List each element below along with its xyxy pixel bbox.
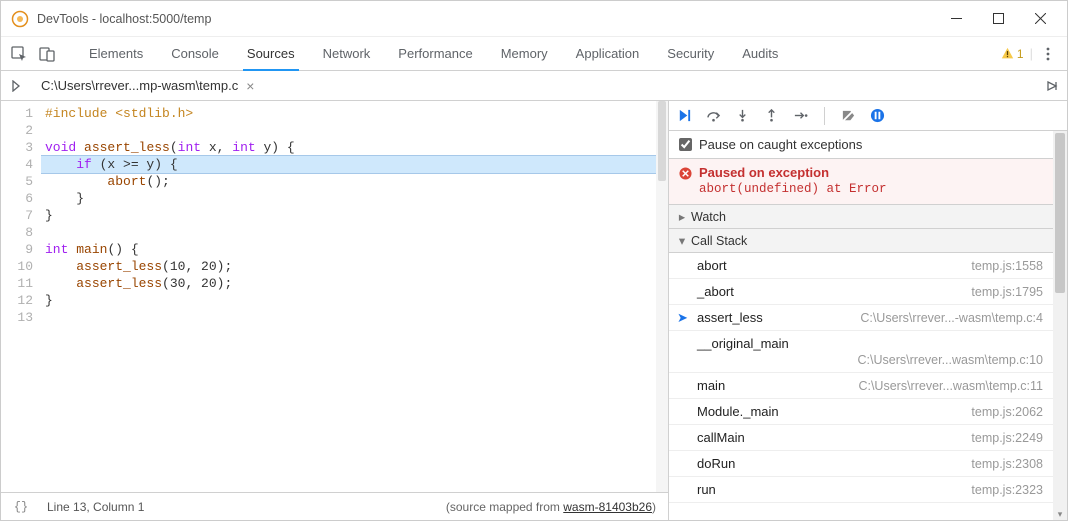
frame-location: temp.js:2062: [971, 405, 1043, 419]
code-line[interactable]: abort();: [41, 173, 668, 190]
tab-elements[interactable]: Elements: [75, 37, 157, 70]
frame-location: temp.js:1558: [971, 259, 1043, 273]
frame-name: assert_less: [697, 310, 763, 325]
step-out-button[interactable]: [764, 108, 779, 123]
collapse-icon: ▸: [677, 209, 687, 224]
current-frame-icon: ➤: [677, 310, 688, 326]
callstack-section-header[interactable]: ▾ Call Stack: [669, 229, 1053, 253]
show-sidebar-icon[interactable]: [1037, 80, 1067, 92]
tab-network[interactable]: Network: [309, 37, 385, 70]
code-line[interactable]: #include <stdlib.h>: [41, 105, 668, 122]
tab-sources[interactable]: Sources: [233, 37, 309, 70]
more-menu-icon[interactable]: [1039, 47, 1057, 61]
callstack-frame[interactable]: Module._main temp.js:2062: [669, 399, 1053, 425]
tab-performance[interactable]: Performance: [384, 37, 486, 70]
pause-on-exceptions-button[interactable]: [870, 108, 885, 123]
source-map-link[interactable]: wasm-81403b26: [563, 500, 652, 514]
code-line[interactable]: }: [41, 292, 668, 309]
frame-name: Module._main: [697, 404, 779, 419]
pause-on-caught-row[interactable]: Pause on caught exceptions: [669, 131, 1053, 159]
brackets-icon[interactable]: {}: [1, 500, 41, 514]
debugger-scrollbar[interactable]: ▴ ▾: [1053, 131, 1067, 520]
source-mapped-info: (source mapped from wasm-81403b26): [446, 500, 668, 514]
deactivate-breakpoints-button[interactable]: [841, 108, 856, 123]
devtools-tabs: ElementsConsoleSourcesNetworkPerformance…: [1, 37, 1067, 71]
tab-memory[interactable]: Memory: [487, 37, 562, 70]
step-into-button[interactable]: [735, 108, 750, 123]
code-line[interactable]: if (x >= y) {: [41, 155, 668, 174]
code-line[interactable]: [41, 224, 668, 241]
code-line[interactable]: assert_less(30, 20);: [41, 275, 668, 292]
window-title: DevTools - localhost:5000/temp: [37, 12, 935, 26]
frame-location: temp.js:1795: [971, 285, 1043, 299]
line-gutter: 12345678910111213: [1, 101, 41, 492]
callstack-frame[interactable]: callMain temp.js:2249: [669, 425, 1053, 451]
step-over-button[interactable]: [706, 108, 721, 123]
tab-application[interactable]: Application: [562, 37, 654, 70]
warnings-badge[interactable]: 1: [1001, 47, 1024, 61]
debugger-panel: Pause on caught exceptions Paused on exc…: [669, 101, 1067, 520]
code-line[interactable]: }: [41, 190, 668, 207]
debugger-toolbar: [669, 101, 1067, 131]
device-mode-icon[interactable]: [33, 37, 61, 70]
element-picker-icon[interactable]: [5, 37, 33, 70]
code-line[interactable]: assert_less(10, 20);: [41, 258, 668, 275]
cursor-position: Line 13, Column 1: [41, 500, 144, 514]
frame-location: temp.js:2323: [971, 483, 1043, 497]
frame-location: C:\Users\rrever...-wasm\temp.c:4: [860, 311, 1043, 325]
callstack-frame[interactable]: main C:\Users\rrever...wasm\temp.c:11: [669, 373, 1053, 399]
editor-statusbar: {} Line 13, Column 1 (source mapped from…: [1, 492, 668, 520]
callstack-frame[interactable]: _abort temp.js:1795: [669, 279, 1053, 305]
frame-location: temp.js:2249: [971, 431, 1043, 445]
frame-name: abort: [697, 258, 727, 273]
window-titlebar: DevTools - localhost:5000/temp: [1, 1, 1067, 37]
pause-on-caught-checkbox[interactable]: [679, 138, 692, 151]
frame-name: run: [697, 482, 716, 497]
close-tab-icon[interactable]: ×: [246, 78, 254, 94]
frame-name: main: [697, 378, 725, 393]
frame-location: C:\Users\rrever...wasm\temp.c:10: [697, 353, 1043, 367]
frame-name: callMain: [697, 430, 745, 445]
error-icon: [679, 167, 692, 180]
callstack-frame[interactable]: doRun temp.js:2308: [669, 451, 1053, 477]
editor-pane: 12345678910111213 #include <stdlib.h> vo…: [1, 101, 669, 520]
paused-exception-box: Paused on exception abort(undefined) at …: [669, 159, 1053, 205]
file-tab[interactable]: C:\Users\rrever...mp-wasm\temp.c ×: [31, 71, 265, 100]
code-line[interactable]: int main() {: [41, 241, 668, 258]
watch-section-header[interactable]: ▸ Watch: [669, 205, 1053, 229]
callstack-frame[interactable]: run temp.js:2323: [669, 477, 1053, 503]
code-line[interactable]: [41, 122, 668, 139]
window-maximize-button[interactable]: [977, 5, 1019, 33]
frame-name: _abort: [697, 284, 734, 299]
frame-name: doRun: [697, 456, 735, 471]
callstack-frame[interactable]: __original_main C:\Users\rrever...wasm\te…: [669, 331, 1053, 373]
callstack-frame[interactable]: ➤ assert_less C:\Users\rrever...-wasm\temp…: [669, 305, 1053, 331]
code-line[interactable]: [41, 309, 668, 326]
expand-icon: ▾: [677, 233, 687, 248]
callstack-frame[interactable]: abort temp.js:1558: [669, 253, 1053, 279]
window-close-button[interactable]: [1019, 5, 1061, 33]
window-minimize-button[interactable]: [935, 5, 977, 33]
show-navigator-icon[interactable]: [1, 80, 31, 92]
resume-button[interactable]: [677, 108, 692, 123]
frame-name: __original_main: [697, 336, 1043, 351]
file-tab-path: C:\Users\rrever...mp-wasm\temp.c: [41, 78, 238, 93]
code-line[interactable]: void assert_less(int x, int y) {: [41, 139, 668, 156]
step-button[interactable]: [793, 108, 808, 123]
editor-scrollbar[interactable]: [656, 101, 668, 492]
tab-audits[interactable]: Audits: [728, 37, 792, 70]
tab-security[interactable]: Security: [653, 37, 728, 70]
tab-console[interactable]: Console: [157, 37, 233, 70]
code-line[interactable]: }: [41, 207, 668, 224]
sources-toolbar: C:\Users\rrever...mp-wasm\temp.c ×: [1, 71, 1067, 101]
exception-title: Paused on exception: [699, 165, 1043, 180]
frame-location: C:\Users\rrever...wasm\temp.c:11: [858, 379, 1043, 393]
frame-location: temp.js:2308: [971, 457, 1043, 471]
code-area[interactable]: #include <stdlib.h> void assert_less(int…: [41, 101, 668, 492]
exception-message: abort(undefined) at Error: [699, 182, 1043, 196]
warnings-count: 1: [1017, 47, 1024, 61]
pause-on-caught-label: Pause on caught exceptions: [699, 137, 862, 152]
devtools-icon: [11, 10, 29, 28]
